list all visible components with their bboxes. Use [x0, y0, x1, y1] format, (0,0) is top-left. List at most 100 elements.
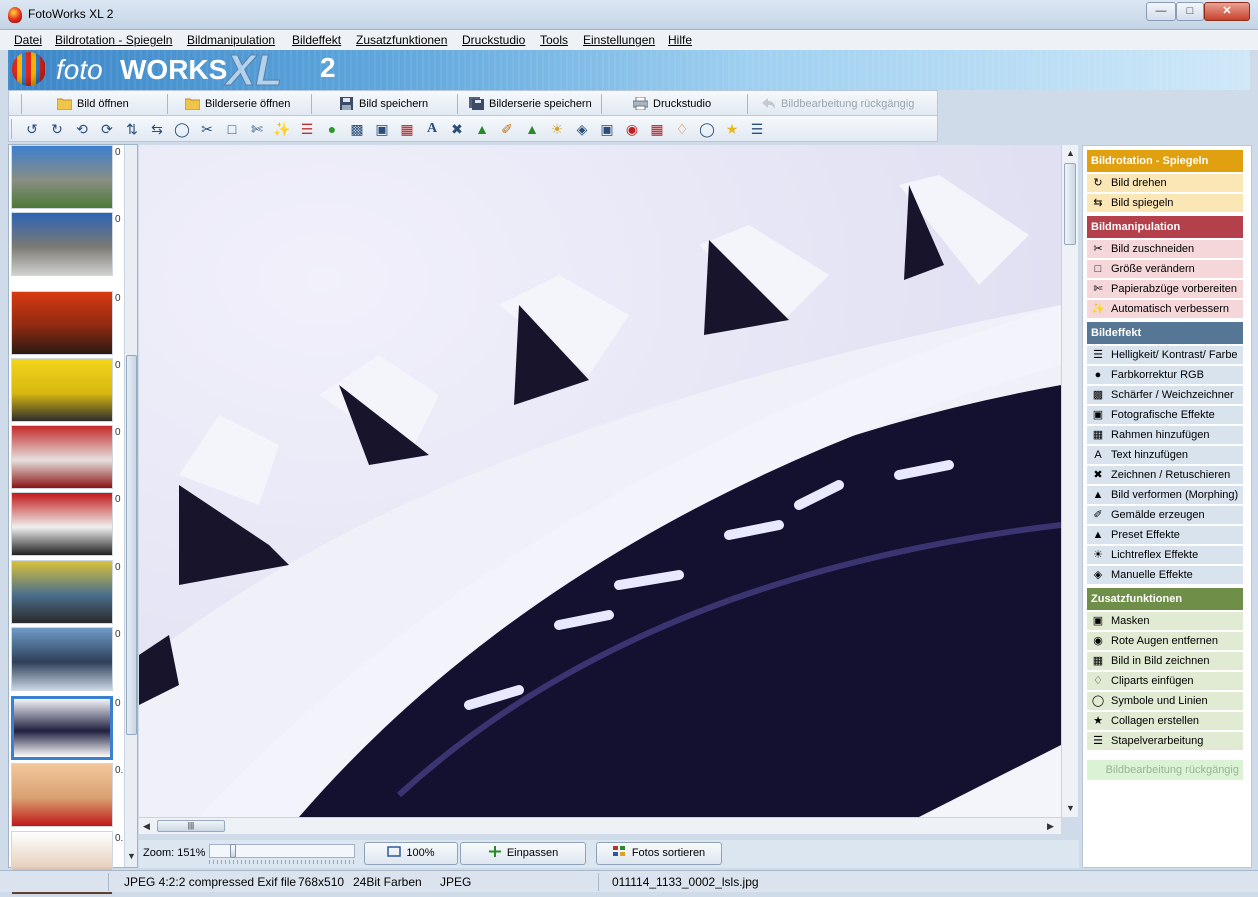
thumbnail-item[interactable] [11, 291, 113, 355]
sidebar-item[interactable]: A Text hinzufügen [1087, 446, 1243, 465]
sidebar-item[interactable]: ▣ Fotografische Effekte [1087, 406, 1243, 425]
mirror-icon[interactable]: ⇆ [148, 120, 166, 138]
menu-tools[interactable]: Tools [540, 33, 568, 47]
sidebar-item[interactable]: □ Größe verändern [1087, 260, 1243, 279]
save-image-button[interactable]: Bild speichern [339, 94, 428, 114]
brightness-icon[interactable]: ☰ [298, 120, 316, 138]
painting-icon[interactable]: ✐ [498, 120, 516, 138]
sidebar-item[interactable]: ✄ Papierabzüge vorbereiten [1087, 280, 1243, 299]
sidebar-item[interactable]: ✖ Zeichnen / Retuschieren [1087, 466, 1243, 485]
thumbnail-item[interactable] [11, 560, 113, 624]
sidebar-item[interactable]: ◯ Symbole und Linien [1087, 692, 1243, 711]
rotate-right-icon[interactable]: ↻ [48, 120, 66, 138]
save-series-button[interactable]: Bilderserie speichern [469, 94, 592, 114]
thumbnail-item[interactable] [11, 212, 113, 276]
perspective-icon[interactable]: ◯ [173, 120, 191, 138]
canvas-vertical-scrollbar[interactable]: ▲ ▼ [1061, 145, 1078, 817]
maximize-button[interactable]: □ [1176, 2, 1204, 21]
scroll-right-arrow[interactable]: ▶ [1047, 821, 1054, 832]
rotate-left-icon[interactable]: ↺ [23, 120, 41, 138]
open-image-button[interactable]: Bild öffnen [56, 94, 129, 114]
sidebar-item[interactable]: ▩ Schärfer / Weichzeichner [1087, 386, 1243, 405]
sidebar-item[interactable]: ▦ Bild in Bild zeichnen [1087, 652, 1243, 671]
scroll-left-arrow[interactable]: ◀ [143, 821, 150, 832]
menu-zusatzfunktionen[interactable]: Zusatzfunktionen [356, 33, 447, 47]
menu-bildrotation[interactable]: Bildrotation - Spiegeln [55, 33, 172, 47]
scroll-down-arrow[interactable]: ▼ [127, 851, 136, 861]
minimize-button[interactable]: — [1146, 2, 1176, 21]
open-series-button[interactable]: Bilderserie öffnen [184, 94, 290, 114]
scroll-up-arrow[interactable]: ▲ [1066, 148, 1075, 158]
thumbnail-item[interactable] [11, 627, 113, 691]
menu-druckstudio[interactable]: Druckstudio [462, 33, 525, 47]
picture-in-picture-icon[interactable]: ▦ [648, 120, 666, 138]
sidebar-item[interactable]: ▲ Preset Effekte [1087, 526, 1243, 545]
lens-flare-icon[interactable]: ☀ [548, 120, 566, 138]
auto-enhance-icon[interactable]: ✨ [273, 120, 291, 138]
print-prep-icon[interactable]: ✄ [248, 120, 266, 138]
menu-bildmanipulation[interactable]: Bildmanipulation [187, 33, 275, 47]
thumbnail-scroll-grip[interactable] [126, 355, 137, 735]
menu-einstellungen[interactable]: Einstellungen [583, 33, 655, 47]
sidebar-item[interactable]: ⇆ Bild spiegeln [1087, 194, 1243, 213]
red-eye-icon[interactable]: ◉ [623, 120, 641, 138]
thumbnail-item[interactable] [11, 492, 113, 556]
sidebar-item[interactable]: ▦ Rahmen hinzufügen [1087, 426, 1243, 445]
frame-icon[interactable]: ▦ [398, 120, 416, 138]
color-rgb-icon[interactable]: ● [323, 120, 341, 138]
fit-button[interactable]: Einpassen [460, 842, 586, 865]
menu-datei[interactable]: Datei [14, 33, 42, 47]
collage-icon[interactable]: ★ [723, 120, 741, 138]
canvas-vscroll-grip[interactable] [1064, 163, 1076, 245]
sidebar-item[interactable]: ☰ Stapelverarbeitung [1087, 732, 1243, 751]
manual-effect-icon[interactable]: ◈ [573, 120, 591, 138]
thumbnail-scrollbar[interactable]: ▼ [124, 145, 137, 867]
batch-icon[interactable]: ☰ [748, 120, 766, 138]
sidebar-item[interactable]: ★ Collagen erstellen [1087, 712, 1243, 731]
sidebar-section-header[interactable]: Bildrotation - Spiegeln [1087, 150, 1243, 172]
menu-bildeffekt[interactable]: Bildeffekt [292, 33, 341, 47]
thumbnail-item[interactable] [11, 425, 113, 489]
sidebar-item[interactable]: ▣ Masken [1087, 612, 1243, 631]
rotate-ccw-icon[interactable]: ⟲ [73, 120, 91, 138]
sidebar-item[interactable]: ✂ Bild zuschneiden [1087, 240, 1243, 259]
sidebar-item[interactable]: ◈ Manuelle Effekte [1087, 566, 1243, 585]
sort-photos-button[interactable]: Fotos sortieren [596, 842, 722, 865]
canvas-hscroll-grip[interactable]: ||| [157, 820, 225, 832]
photo-effect-icon[interactable]: ▣ [373, 120, 391, 138]
sidebar-section-header[interactable]: Bildeffekt [1087, 322, 1243, 344]
sidebar-item[interactable]: ● Farbkorrektur RGB [1087, 366, 1243, 385]
sidebar-item[interactable]: ↻ Bild drehen [1087, 174, 1243, 193]
print-studio-button[interactable]: Druckstudio [632, 94, 711, 114]
scroll-down-arrow[interactable]: ▼ [1066, 803, 1075, 813]
morph-icon[interactable]: ▲ [473, 120, 491, 138]
zoom-100-button[interactable]: 100% [364, 842, 458, 865]
sidebar-item[interactable]: ▲ Bild verformen (Morphing) [1087, 486, 1243, 505]
canvas-horizontal-scrollbar[interactable]: ◀ ||| ▶ [139, 817, 1061, 834]
symbols-icon[interactable]: ◯ [698, 120, 716, 138]
undo-button[interactable]: Bildbearbeitung rückgängig [761, 94, 914, 114]
sidebar-section-header[interactable]: Bildmanipulation [1087, 216, 1243, 238]
zoom-slider-knob[interactable] [230, 844, 236, 858]
mask-icon[interactable]: ▣ [598, 120, 616, 138]
cut-icon[interactable]: ✂ [198, 120, 216, 138]
thumbnail-item[interactable] [11, 358, 113, 422]
sidebar-section-header[interactable]: Zusatzfunktionen [1087, 588, 1243, 610]
thumbnail-item[interactable] [11, 145, 113, 209]
crop-icon[interactable]: □ [223, 120, 241, 138]
image-canvas[interactable] [139, 145, 1061, 817]
sidebar-item[interactable]: ☰ Helligkeit/ Kontrast/ Farbe [1087, 346, 1243, 365]
flip-icon[interactable]: ⇅ [123, 120, 141, 138]
clipart-icon[interactable]: ♢ [673, 120, 691, 138]
preset-icon[interactable]: ▲ [523, 120, 541, 138]
close-button[interactable]: ✕ [1204, 2, 1250, 21]
sidebar-item[interactable]: ♢ Cliparts einfügen [1087, 672, 1243, 691]
thumbnail-item[interactable] [11, 763, 113, 827]
sidebar-undo-button[interactable]: Bildbearbeitung rückgängig [1087, 760, 1243, 780]
thumbnail-item[interactable] [11, 696, 113, 760]
menu-hilfe[interactable]: Hilfe [668, 33, 692, 47]
sidebar-item[interactable]: ◉ Rote Augen entfernen [1087, 632, 1243, 651]
sidebar-item[interactable]: ☀ Lichtreflex Effekte [1087, 546, 1243, 565]
zoom-slider[interactable] [209, 844, 355, 858]
draw-icon[interactable]: ✖ [448, 120, 466, 138]
